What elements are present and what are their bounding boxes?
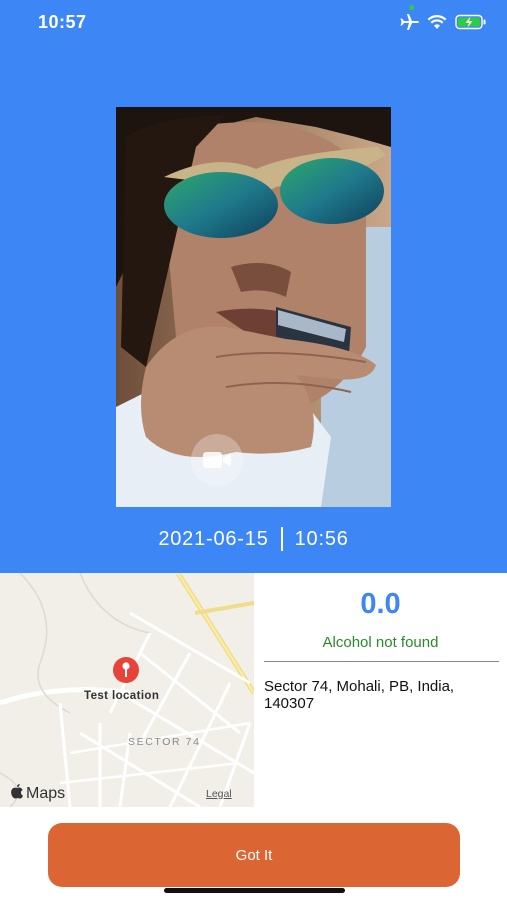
apple-icon [10,783,24,804]
map-sector-label: SECTOR 74 [128,736,201,748]
maps-brand: Maps [10,783,65,804]
airplane-icon [399,13,419,31]
status-icons [399,12,487,32]
capture-time: 10:56 [294,527,349,550]
maps-legal-link[interactable]: Legal [206,788,232,800]
result-divider [264,661,499,662]
alcohol-reading-value: 0.0 [360,588,401,620]
map-pin-label: Test location [84,690,160,702]
video-camera-icon[interactable] [191,434,243,486]
status-time: 10:57 [38,12,87,32]
battery-charging-icon [455,14,487,30]
capture-datetime: 2021-06-15 10:56 [0,527,507,551]
status-bar: 10:57 [0,0,507,46]
capture-date: 2021-06-15 [158,527,269,550]
capture-photo[interactable] [116,107,391,507]
got-it-button[interactable]: Got It [48,823,460,887]
wifi-icon [427,14,447,30]
datetime-separator [280,527,283,551]
maps-brand-label: Maps [26,784,66,802]
map-pin-icon[interactable] [110,656,142,690]
location-address: Sector 74, Mohali, PB, India, 140307 [264,678,455,712]
person-photo-image [116,107,391,507]
home-indicator[interactable] [164,888,345,893]
signal-indicator-dot [409,5,414,10]
alcohol-reading-status: Alcohol not found [322,634,439,651]
